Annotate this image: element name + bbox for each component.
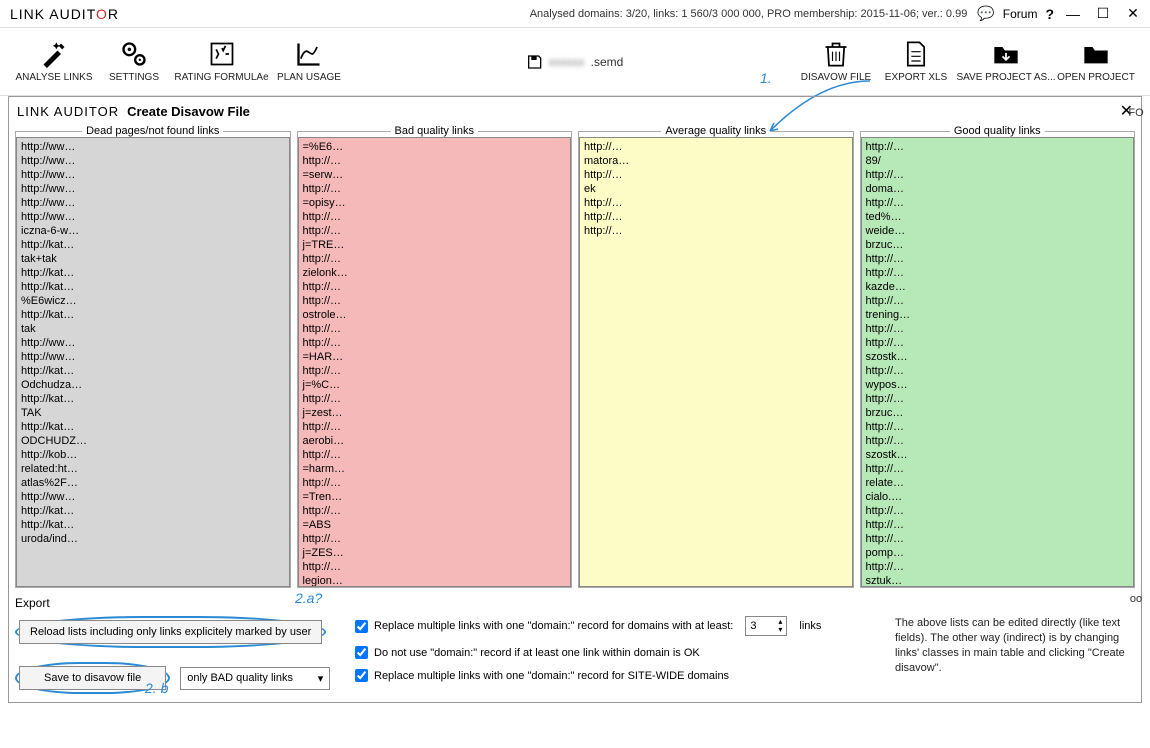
analyse-links-button[interactable]: ANALYSE LINKS bbox=[14, 40, 94, 83]
dead-links-list[interactable]: http://ww… http://ww… http://ww… http://… bbox=[16, 137, 290, 587]
good-links-list[interactable]: http://… 89/ http://… doma… http://… ted… bbox=[861, 137, 1135, 587]
reload-lists-button[interactable]: Reload lists including only links explic… bbox=[19, 620, 322, 644]
maximize-button[interactable]: ☐ bbox=[1092, 5, 1114, 23]
panel-title: Create Disavow File bbox=[127, 104, 250, 119]
app-logo: LINK AUDITOR bbox=[10, 6, 119, 22]
folder-open-icon bbox=[1082, 40, 1110, 68]
plan-usage-button[interactable]: PLAN USAGE bbox=[269, 40, 349, 83]
save-icon bbox=[527, 54, 543, 70]
annotation-2b: 2. b bbox=[145, 680, 168, 696]
replace-domain-checkbox[interactable] bbox=[355, 620, 368, 633]
chart-icon bbox=[295, 40, 323, 68]
document-icon bbox=[902, 40, 930, 68]
export-label: Export bbox=[15, 596, 335, 610]
disavow-file-button[interactable]: DISAVOW FILE bbox=[796, 40, 876, 83]
col-dead-title: Dead pages/not found links bbox=[82, 125, 223, 137]
sitewide-domain-checkbox[interactable] bbox=[355, 669, 368, 682]
bad-links-list[interactable]: =%E6… http://… =serw… http://… =opisy… h… bbox=[298, 137, 572, 587]
settings-button[interactable]: SETTINGS bbox=[94, 40, 174, 83]
rating-formulae-button[interactable]: RATING FORMULAe bbox=[174, 40, 269, 83]
col-bad-title: Bad quality links bbox=[391, 125, 479, 137]
export-xls-button[interactable]: EXPORT XLS bbox=[876, 40, 956, 83]
min-links-input[interactable]: 3▴▾ bbox=[745, 616, 787, 636]
trash-icon bbox=[822, 40, 850, 68]
spinner-icon[interactable]: ▴▾ bbox=[778, 618, 782, 634]
forum-icon[interactable]: 💬 bbox=[977, 5, 994, 22]
annotation-2a: 2.a? bbox=[295, 590, 322, 606]
status-text: Analysed domains: 3/20, links: 1 560/3 0… bbox=[119, 8, 977, 20]
quality-filter-select[interactable]: only BAD quality links▾ bbox=[180, 667, 330, 690]
folder-save-icon bbox=[992, 40, 1020, 68]
chevron-down-icon: ▾ bbox=[318, 672, 324, 685]
forum-link[interactable]: Forum bbox=[1003, 7, 1038, 21]
wand-icon bbox=[40, 40, 68, 68]
help-icon[interactable]: ? bbox=[1045, 6, 1054, 22]
skip-ok-domain-checkbox[interactable] bbox=[355, 646, 368, 659]
col-avg-title: Average quality links bbox=[661, 125, 770, 137]
annotation-1: 1. bbox=[760, 70, 772, 86]
gear-icon bbox=[120, 40, 148, 68]
save-project-button[interactable]: SAVE PROJECT AS... bbox=[956, 40, 1056, 83]
open-project-button[interactable]: OPEN PROJECT bbox=[1056, 40, 1136, 83]
formula-icon bbox=[208, 40, 236, 68]
export-note: The above lists can be edited directly (… bbox=[895, 596, 1135, 694]
minimize-button[interactable]: — bbox=[1062, 5, 1084, 23]
current-file: xxxxxx.semd bbox=[527, 54, 624, 70]
close-button[interactable]: ✕ bbox=[1122, 5, 1144, 23]
avg-links-list[interactable]: http://… matora… http://… ek http://… ht… bbox=[579, 137, 853, 587]
panel-logo: LINK AUDITOR bbox=[17, 104, 119, 119]
col-good-title: Good quality links bbox=[950, 125, 1045, 137]
background-window-fragment: FO oo bbox=[1128, 100, 1144, 612]
